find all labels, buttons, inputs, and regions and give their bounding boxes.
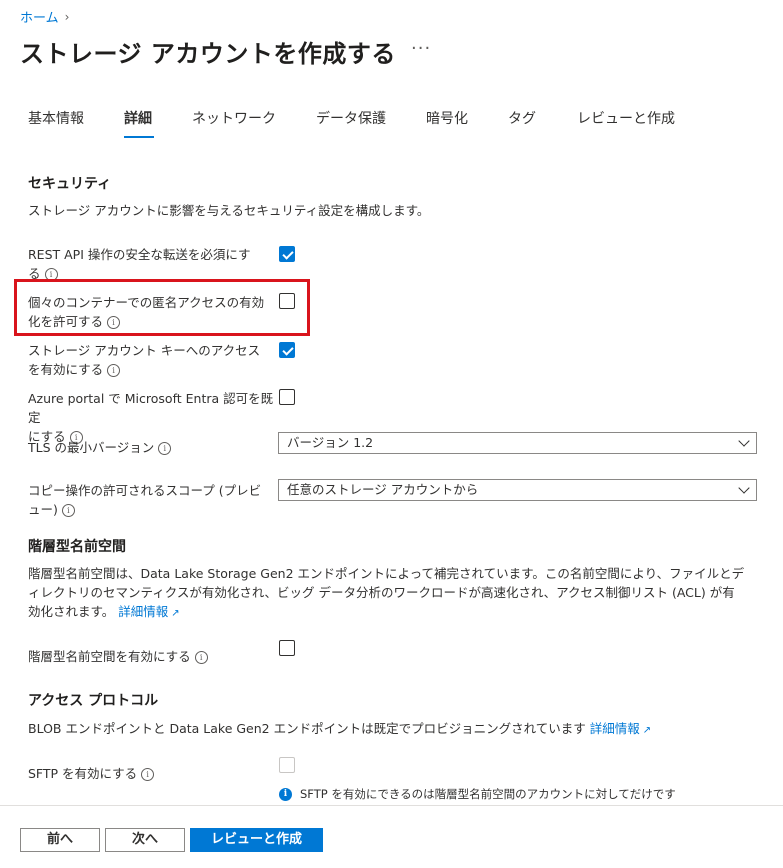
security-description: ストレージ アカウントに影響を与えるセキュリティ設定を構成します。 [28, 203, 430, 218]
sftp-note: i SFTP を有効にできるのは階層型名前空間のアカウントに対してだけです [279, 786, 676, 802]
info-icon[interactable]: i [194, 651, 208, 664]
hns-enable-label: 階層型名前空間を有効にする i [28, 647, 276, 666]
external-link-icon: ↗ [171, 608, 180, 619]
tab-encryption[interactable]: 暗号化 [426, 108, 468, 128]
page-title: ストレージ アカウントを作成する [20, 40, 396, 68]
copy-scope-select[interactable]: 任意のストレージ アカウントから [278, 479, 757, 501]
access-protocol-heading: アクセス プロトコル [28, 693, 159, 709]
tab-review-create[interactable]: レビューと作成 [577, 108, 675, 128]
security-heading: セキュリティ [28, 176, 112, 192]
chevron-down-icon [738, 482, 750, 494]
copy-scope-label: コピー操作の許可されるスコープ (プレビ ュー) i [28, 483, 262, 517]
next-button[interactable]: 次へ [105, 828, 185, 852]
active-tab-indicator [124, 136, 154, 138]
review-create-button[interactable]: レビューと作成 [190, 828, 323, 852]
sftp-checkbox [279, 757, 295, 773]
tab-data-protection[interactable]: データ保護 [316, 108, 386, 128]
tab-tags[interactable]: タグ [508, 108, 536, 128]
secure-transfer-label: REST API 操作の安全な転送を必須にす るi [28, 247, 251, 281]
tls-label: TLS の最小バージョン i [28, 438, 276, 457]
tab-basics[interactable]: 基本情報 [28, 108, 84, 128]
sftp-label: SFTP を有効にする i [28, 764, 276, 783]
entra-default-checkbox[interactable] [279, 389, 295, 405]
hns-description: 階層型名前空間は、Data Lake Storage Gen2 エンドポイントに… [28, 564, 768, 623]
info-icon[interactable]: i [141, 768, 155, 781]
footer-divider [0, 805, 783, 806]
account-key-checkbox[interactable] [279, 342, 295, 358]
protocol-learn-more-link[interactable]: 詳細情報 [590, 721, 640, 736]
secure-transfer-checkbox[interactable] [279, 246, 295, 262]
chevron-down-icon [738, 435, 750, 447]
info-icon[interactable]: i [158, 442, 172, 455]
external-link-icon: ↗ [642, 725, 652, 736]
highlight-box [14, 279, 310, 336]
more-options-icon[interactable]: ··· [411, 38, 431, 59]
info-icon[interactable]: i [107, 364, 121, 377]
breadcrumb-home-link[interactable]: ホーム [20, 7, 59, 26]
access-protocol-description: BLOB エンドポイントと Data Lake Gen2 エンドポイントは既定で… [28, 719, 778, 740]
tab-networking[interactable]: ネットワーク [192, 108, 276, 128]
previous-button[interactable]: 前へ [20, 828, 100, 852]
chevron-right-icon: › [64, 9, 70, 24]
breadcrumb: ホーム › [20, 7, 70, 27]
tls-version-select[interactable]: バージョン 1.2 [278, 432, 757, 454]
hns-heading: 階層型名前空間 [28, 539, 126, 555]
info-icon[interactable]: i [61, 504, 75, 517]
info-filled-icon: i [279, 787, 292, 801]
hns-enable-checkbox[interactable] [279, 640, 295, 656]
tab-advanced[interactable]: 詳細 [124, 108, 152, 128]
hns-learn-more-link[interactable]: 詳細情報 [118, 604, 168, 619]
account-key-label: ストレージ アカウント キーへのアクセス を有効にする i [28, 343, 261, 377]
